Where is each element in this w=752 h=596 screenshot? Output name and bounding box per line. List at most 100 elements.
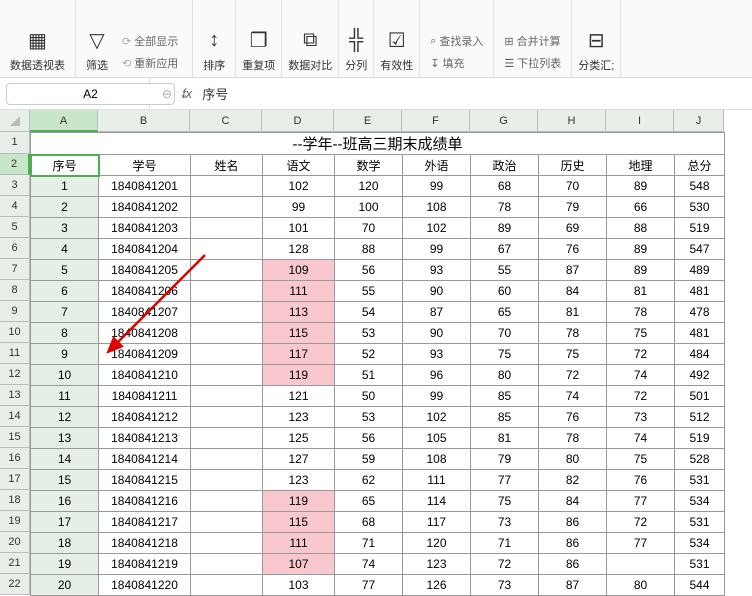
data-cell[interactable]: 89 xyxy=(471,218,539,239)
data-cell[interactable]: 19 xyxy=(31,554,99,575)
data-cell[interactable]: 126 xyxy=(403,575,471,596)
data-cell[interactable]: 100 xyxy=(335,197,403,218)
data-cell[interactable]: 489 xyxy=(675,260,725,281)
data-cell[interactable]: 105 xyxy=(403,428,471,449)
data-cell[interactable]: 99 xyxy=(263,197,335,218)
data-cell[interactable]: 93 xyxy=(403,344,471,365)
row-header[interactable]: 5 xyxy=(0,217,30,238)
row-header[interactable]: 21 xyxy=(0,553,30,574)
data-cell[interactable]: 86 xyxy=(539,512,607,533)
row-header[interactable]: 12 xyxy=(0,364,30,385)
data-cell[interactable]: 78 xyxy=(471,197,539,218)
data-cell[interactable]: 73 xyxy=(471,575,539,596)
data-cell[interactable]: 123 xyxy=(263,470,335,491)
data-cell[interactable]: 90 xyxy=(403,281,471,302)
data-cell[interactable] xyxy=(191,407,263,428)
header-cell[interactable]: 外语 xyxy=(403,155,471,176)
data-cell[interactable]: 102 xyxy=(263,176,335,197)
data-cell[interactable]: 519 xyxy=(675,218,725,239)
data-cell[interactable] xyxy=(191,302,263,323)
data-cell[interactable]: 1 xyxy=(31,176,99,197)
data-cell[interactable]: 65 xyxy=(335,491,403,512)
row-header[interactable]: 7 xyxy=(0,259,30,280)
data-cell[interactable]: 77 xyxy=(335,575,403,596)
data-cell[interactable]: 114 xyxy=(403,491,471,512)
data-cell[interactable]: 1840841218 xyxy=(99,533,191,554)
data-cell[interactable]: 80 xyxy=(607,575,675,596)
data-cell[interactable]: 1840841213 xyxy=(99,428,191,449)
data-cell[interactable]: 115 xyxy=(263,512,335,533)
data-cell[interactable]: 70 xyxy=(539,176,607,197)
row-header[interactable]: 22 xyxy=(0,574,30,595)
data-cell[interactable]: 1840841202 xyxy=(99,197,191,218)
data-cell[interactable]: 123 xyxy=(263,407,335,428)
data-cell[interactable]: 492 xyxy=(675,365,725,386)
cells-area[interactable]: --学年--班高三期末成绩单序号学号姓名语文数学外语政治历史地理总分118408… xyxy=(30,132,725,596)
data-cell[interactable]: 80 xyxy=(471,365,539,386)
data-cell[interactable]: 2 xyxy=(31,197,99,218)
data-cell[interactable]: 87 xyxy=(539,260,607,281)
col-header[interactable]: G xyxy=(470,110,538,132)
data-cell[interactable]: 54 xyxy=(335,302,403,323)
data-cell[interactable]: 519 xyxy=(675,428,725,449)
row-header[interactable]: 6 xyxy=(0,238,30,259)
subtotal-button[interactable]: ⊟ 分类汇; xyxy=(572,0,621,77)
data-cell[interactable] xyxy=(191,281,263,302)
data-cell[interactable]: 1840841220 xyxy=(99,575,191,596)
col-header[interactable]: I xyxy=(606,110,674,132)
data-cell[interactable] xyxy=(191,428,263,449)
header-cell[interactable]: 总分 xyxy=(675,155,725,176)
header-cell[interactable]: 语文 xyxy=(263,155,335,176)
data-cell[interactable]: 71 xyxy=(471,533,539,554)
data-cell[interactable]: 548 xyxy=(675,176,725,197)
data-cell[interactable] xyxy=(191,512,263,533)
data-cell[interactable] xyxy=(191,575,263,596)
merge-button[interactable]: ⊞合并计算 xyxy=(500,31,565,51)
data-cell[interactable]: 89 xyxy=(607,239,675,260)
data-cell[interactable]: 119 xyxy=(263,491,335,512)
data-cell[interactable]: 65 xyxy=(471,302,539,323)
data-cell[interactable]: 481 xyxy=(675,281,725,302)
row-header[interactable]: 4 xyxy=(0,196,30,217)
data-cell[interactable]: 86 xyxy=(539,554,607,575)
row-header[interactable]: 13 xyxy=(0,385,30,406)
data-cell[interactable]: 76 xyxy=(539,239,607,260)
data-cell[interactable]: 531 xyxy=(675,470,725,491)
col-header[interactable]: H xyxy=(538,110,606,132)
data-cell[interactable]: 75 xyxy=(539,344,607,365)
data-cell[interactable] xyxy=(191,197,263,218)
data-cell[interactable]: 87 xyxy=(539,575,607,596)
data-cell[interactable]: 99 xyxy=(403,176,471,197)
data-cell[interactable] xyxy=(191,533,263,554)
data-cell[interactable]: 101 xyxy=(263,218,335,239)
reapply-button[interactable]: ⟲重新应用 xyxy=(118,53,182,73)
data-cell[interactable]: 12 xyxy=(31,407,99,428)
data-cell[interactable]: 77 xyxy=(607,533,675,554)
row-header[interactable]: 1 xyxy=(0,132,30,154)
data-cell[interactable]: 99 xyxy=(403,386,471,407)
data-cell[interactable]: 120 xyxy=(335,176,403,197)
col-header[interactable]: E xyxy=(334,110,402,132)
data-cell[interactable] xyxy=(191,449,263,470)
data-cell[interactable]: 478 xyxy=(675,302,725,323)
data-cell[interactable]: 102 xyxy=(403,407,471,428)
data-cell[interactable]: 1840841214 xyxy=(99,449,191,470)
data-cell[interactable]: 85 xyxy=(471,386,539,407)
fx-icon[interactable]: fx xyxy=(182,86,192,101)
data-cell[interactable]: 96 xyxy=(403,365,471,386)
data-cell[interactable]: 72 xyxy=(539,365,607,386)
showall-button[interactable]: ⟳全部显示 xyxy=(118,31,182,51)
data-cell[interactable]: 14 xyxy=(31,449,99,470)
row-header[interactable]: 15 xyxy=(0,427,30,448)
data-cell[interactable]: 530 xyxy=(675,197,725,218)
data-cell[interactable]: 82 xyxy=(539,470,607,491)
data-cell[interactable]: 89 xyxy=(607,260,675,281)
data-cell[interactable]: 107 xyxy=(263,554,335,575)
data-cell[interactable]: 93 xyxy=(403,260,471,281)
data-cell[interactable]: 1840841219 xyxy=(99,554,191,575)
data-cell[interactable]: 53 xyxy=(335,407,403,428)
data-cell[interactable]: 501 xyxy=(675,386,725,407)
data-cell[interactable]: 3 xyxy=(31,218,99,239)
data-cell[interactable] xyxy=(191,323,263,344)
data-cell[interactable] xyxy=(191,176,263,197)
